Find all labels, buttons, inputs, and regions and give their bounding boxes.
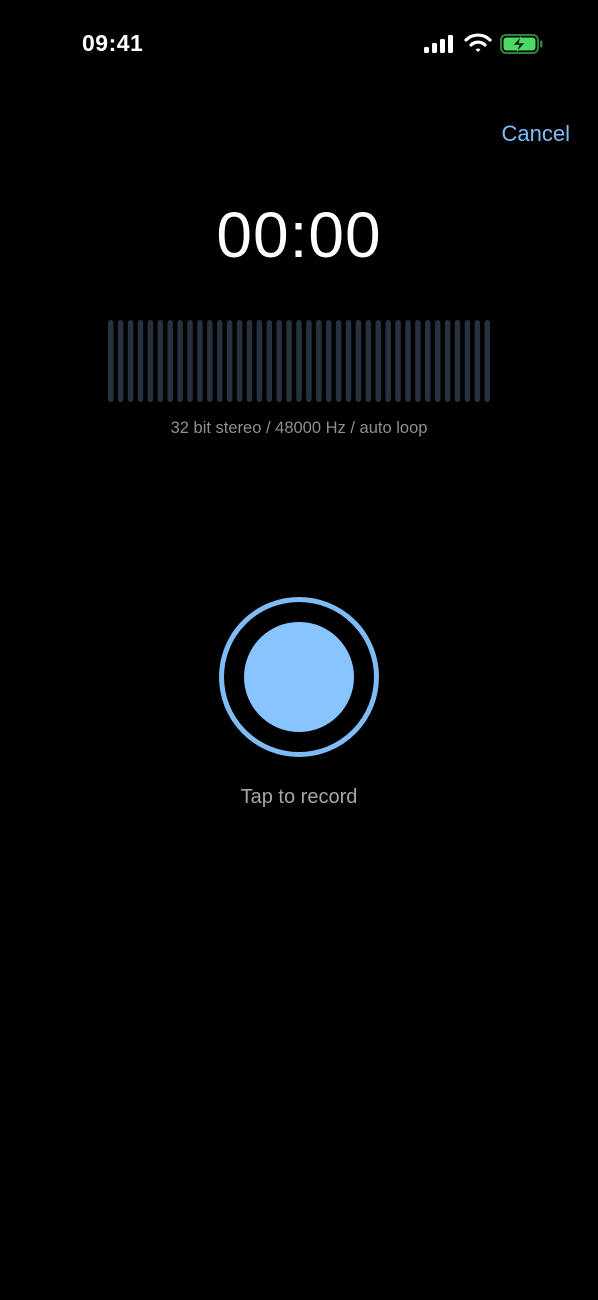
record-button[interactable]	[219, 597, 379, 757]
level-meter-bar	[306, 320, 312, 402]
wifi-icon	[464, 33, 492, 52]
level-meter-bar	[276, 320, 282, 402]
level-meter-bar	[147, 320, 154, 402]
level-meter-bar	[375, 320, 382, 402]
level-meter-bar	[325, 320, 332, 402]
audio-format-info: 32 bit stereo / 48000 Hz / auto loop	[170, 419, 428, 437]
status-time: 09:41	[82, 30, 144, 56]
level-meter-bar	[316, 320, 322, 402]
level-meter-bar	[197, 320, 203, 402]
level-meter-bar	[226, 320, 233, 402]
level-meter-bar	[484, 320, 490, 402]
level-meter-bar	[127, 320, 134, 402]
record-button-core[interactable]	[244, 622, 354, 732]
level-meter-bar	[157, 320, 164, 402]
level-meter-bar	[415, 320, 421, 402]
level-meter-bar	[137, 320, 144, 402]
level-meter-bar	[434, 320, 441, 402]
level-meter	[108, 320, 490, 402]
cancel-button[interactable]: Cancel	[502, 121, 570, 147]
status-icons	[422, 31, 546, 57]
level-meter-bar	[464, 320, 471, 402]
level-meter-bar	[355, 320, 362, 402]
level-meter-bar	[345, 320, 352, 402]
level-meter-bar	[335, 320, 342, 402]
record-hint: Tap to record	[240, 786, 358, 808]
level-meter-bar	[454, 320, 461, 402]
level-meter-bar	[187, 320, 193, 402]
battery-charging-icon	[500, 34, 543, 54]
level-meter-bar	[365, 320, 372, 402]
level-meter-bar	[216, 320, 223, 402]
level-meter-bar	[167, 320, 173, 402]
level-meter-bar	[236, 320, 243, 402]
level-meter-bar	[444, 320, 451, 402]
level-meter-bar	[425, 320, 431, 402]
status-bar: 09:41	[0, 0, 598, 90]
level-meter-bar	[395, 320, 401, 402]
level-meter-bar	[296, 320, 302, 402]
level-meter-bar	[117, 320, 124, 402]
signal-icon	[424, 35, 453, 53]
level-meter-bar	[108, 320, 114, 402]
level-meter-bar	[207, 320, 213, 402]
level-meter-bar	[246, 320, 253, 402]
level-meter-bar	[256, 320, 263, 402]
level-meter-bar	[385, 320, 391, 402]
level-meter-bar	[405, 320, 411, 402]
level-meter-bar	[474, 320, 481, 402]
elapsed-timer: 00:00	[216, 199, 382, 271]
level-meter-bar	[266, 320, 273, 402]
level-meter-bar	[177, 320, 183, 402]
level-meter-bar	[286, 320, 292, 402]
